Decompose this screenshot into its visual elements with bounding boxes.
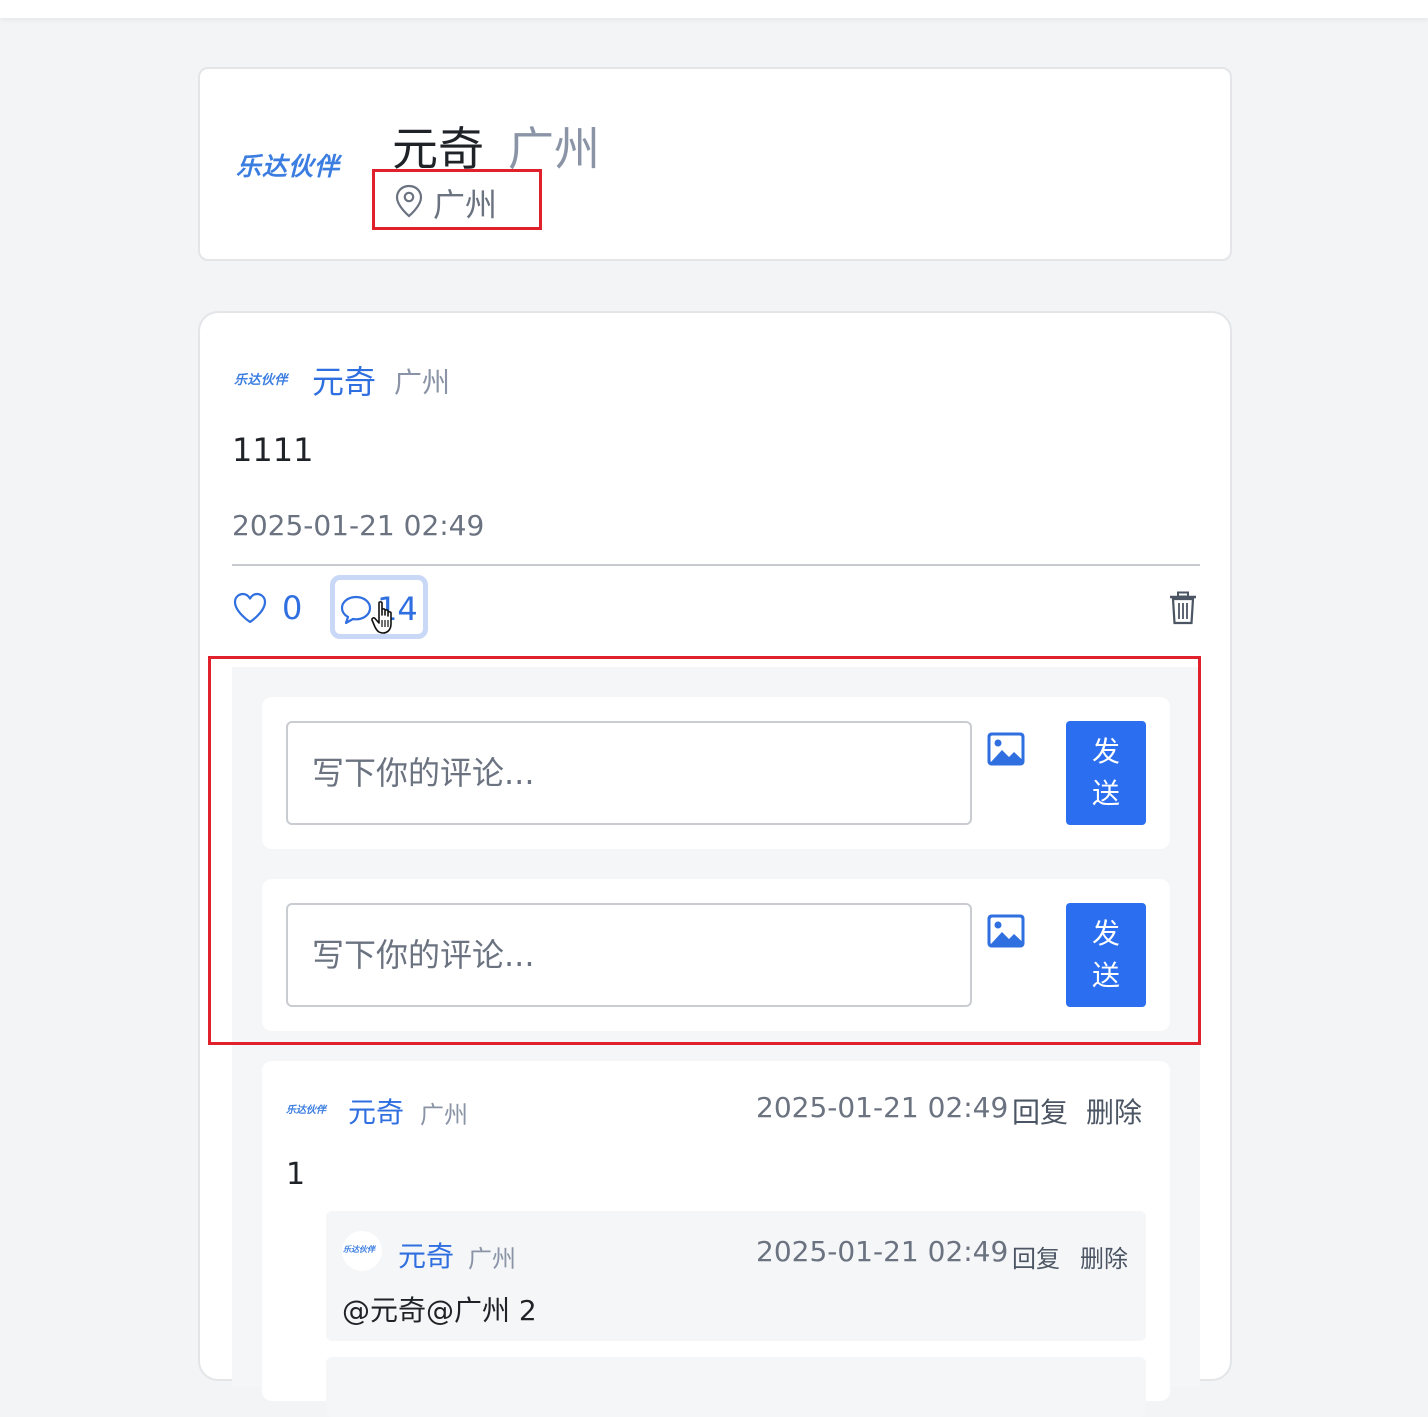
send-button[interactable]: 发送 xyxy=(1066,721,1146,825)
comment-input[interactable] xyxy=(286,721,972,825)
reply-author-name[interactable]: 元奇 xyxy=(398,1235,454,1275)
reply-content: @元奇@广州 2 xyxy=(342,1294,537,1327)
image-icon[interactable] xyxy=(986,913,1026,949)
reply-author-city: 广州 xyxy=(468,1245,516,1273)
post-author-name[interactable]: 元奇 xyxy=(312,357,376,403)
image-icon[interactable] xyxy=(986,731,1026,767)
post-divider xyxy=(232,564,1200,566)
post-card: 乐达伙伴 元奇 广州 1111 2025-01-21 02:49 0 14 写下… xyxy=(198,311,1232,1417)
reply-item xyxy=(326,1357,1146,1417)
post-content: 1111 xyxy=(232,431,314,469)
location-pin-icon xyxy=(395,184,423,218)
reply-delete-button[interactable]: 删除 xyxy=(1080,1239,1128,1274)
reply-timestamp: 2025-01-21 02:49 xyxy=(756,1235,1009,1268)
post-author-city: 广州 xyxy=(394,366,451,399)
post-author-avatar[interactable]: 乐达伙伴 xyxy=(234,369,288,388)
heart-icon[interactable] xyxy=(232,591,268,625)
comment-author-city: 广州 xyxy=(420,1101,468,1129)
comment-reply-button[interactable]: 回复 xyxy=(1012,1091,1068,1131)
comment-icon xyxy=(340,595,372,625)
trash-icon[interactable] xyxy=(1168,591,1198,625)
brand-logo: 乐达伙伴 xyxy=(236,152,341,181)
brand-logo: 乐达伙伴 xyxy=(343,1245,375,1254)
profile-location: 广州 xyxy=(372,169,542,230)
comment-content: 1 xyxy=(286,1157,306,1192)
comment-author-name[interactable]: 元奇 xyxy=(348,1091,404,1131)
top-bar xyxy=(0,0,1428,18)
hand-cursor-icon xyxy=(371,601,392,634)
location-text: 广州 xyxy=(433,186,498,224)
reply-author-avatar[interactable]: 乐达伙伴 xyxy=(342,1231,382,1271)
comment-timestamp: 2025-01-21 02:49 xyxy=(756,1091,1009,1124)
reply-reply-button[interactable]: 回复 xyxy=(1012,1239,1060,1274)
send-button[interactable]: 发送 xyxy=(1066,903,1146,1007)
comment-author-avatar[interactable]: 乐达伙伴 xyxy=(286,1101,326,1116)
reply-item: 乐达伙伴 元奇 广州 2025-01-21 02:49 回复 删除 @元奇@广州… xyxy=(326,1211,1146,1341)
comment-delete-button[interactable]: 删除 xyxy=(1086,1091,1142,1131)
post-timestamp: 2025-01-21 02:49 xyxy=(232,509,485,542)
comments-area: 发送 发送 乐达伙伴 元奇 广州 2025-01-21 02:49 回复 删除 … xyxy=(232,667,1200,1417)
comment-input[interactable] xyxy=(286,903,972,1007)
like-count[interactable]: 0 xyxy=(282,589,302,627)
comments-toggle-button[interactable]: 14 xyxy=(330,575,428,639)
comment-compose-box: 发送 xyxy=(262,697,1170,849)
comment-item: 乐达伙伴 元奇 广州 2025-01-21 02:49 回复 删除 1 乐达伙伴… xyxy=(262,1061,1170,1417)
comment-compose-box: 发送 xyxy=(262,879,1170,1031)
profile-card: 乐达伙伴 元奇 广州 广州 xyxy=(198,67,1232,261)
